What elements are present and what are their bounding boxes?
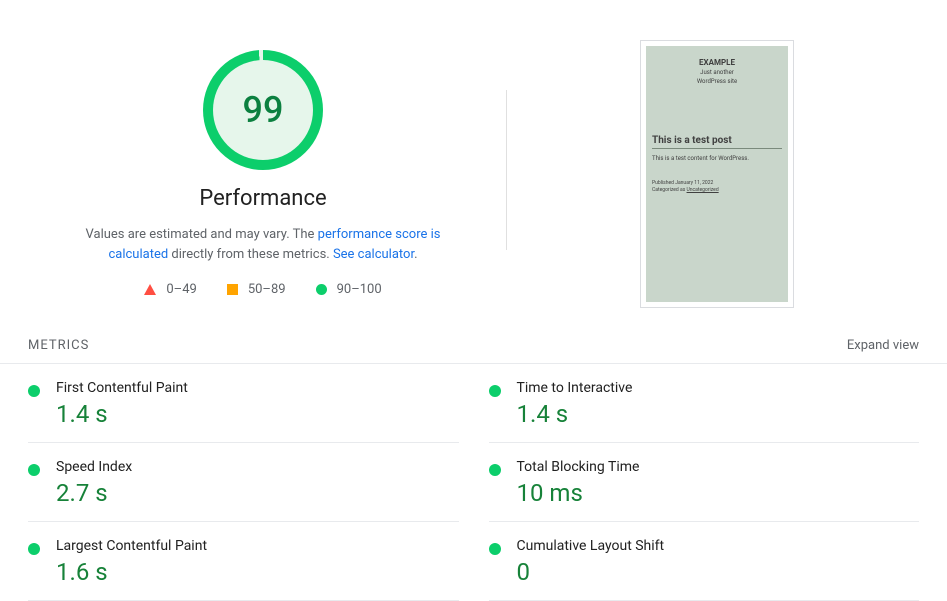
status-dot-icon: [28, 464, 40, 476]
status-dot-icon: [28, 385, 40, 397]
legend-low-label: 0–49: [166, 282, 196, 297]
square-icon: [227, 284, 238, 295]
circle-icon: [316, 284, 327, 295]
disclaimer-text-middle: directly from these metrics.: [168, 247, 333, 262]
metric-value: 2.7 s: [56, 479, 132, 507]
legend-mid: 50–89: [227, 282, 286, 297]
thumb-cat-prefix: Categorized as: [652, 187, 687, 193]
status-dot-icon: [489, 543, 501, 555]
metric-value: 1.4 s: [517, 400, 633, 428]
metrics-heading: METRICS: [28, 338, 89, 353]
status-dot-icon: [28, 543, 40, 555]
metric-value: 0: [517, 558, 665, 586]
metric-tbt[interactable]: Total Blocking Time 10 ms: [489, 443, 920, 522]
score-legend: 0–49 50–89 90–100: [144, 282, 381, 297]
metric-name: Cumulative Layout Shift: [517, 538, 665, 554]
score-disclaimer: Values are estimated and may vary. The p…: [63, 225, 463, 264]
metric-name: First Contentful Paint: [56, 380, 188, 396]
score-gauge: 99: [203, 50, 323, 170]
link-see-calculator[interactable]: See calculator: [333, 247, 414, 262]
triangle-icon: [144, 284, 156, 295]
thumb-tagline-2: WordPress site: [652, 78, 782, 85]
legend-low: 0–49: [144, 282, 196, 297]
metric-value: 1.6 s: [56, 558, 207, 586]
metric-cls[interactable]: Cumulative Layout Shift 0: [489, 522, 920, 601]
expand-view-button[interactable]: Expand view: [847, 338, 919, 353]
status-dot-icon: [489, 385, 501, 397]
thumb-site-title: EXAMPLE: [652, 58, 782, 67]
status-dot-icon: [489, 464, 501, 476]
disclaimer-text-prefix: Values are estimated and may vary. The: [86, 227, 318, 242]
thumb-post-meta: Published January 11, 2022 Categorized a…: [652, 180, 782, 194]
thumb-post-title: This is a test post: [652, 135, 782, 149]
metrics-grid: First Contentful Paint 1.4 s Time to Int…: [0, 364, 947, 601]
metric-name: Speed Index: [56, 459, 132, 475]
legend-high: 90–100: [316, 282, 382, 297]
thumb-tagline-1: Just another: [652, 69, 782, 76]
legend-high-label: 90–100: [337, 282, 382, 297]
thumb-post-content: This is a test content for WordPress.: [652, 155, 782, 162]
score-label: Performance: [199, 186, 326, 211]
metric-value: 1.4 s: [56, 400, 188, 428]
legend-mid-label: 50–89: [248, 282, 286, 297]
metric-lcp[interactable]: Largest Contentful Paint 1.6 s: [28, 522, 459, 601]
score-value: 99: [243, 89, 284, 131]
metric-name: Time to Interactive: [517, 380, 633, 396]
performance-score-section: 99 Performance Values are estimated and …: [20, 10, 506, 308]
metric-fcp[interactable]: First Contentful Paint 1.4 s: [28, 364, 459, 443]
metric-name: Largest Contentful Paint: [56, 538, 207, 554]
metric-name: Total Blocking Time: [517, 459, 640, 475]
page-screenshot-thumbnail: EXAMPLE Just another WordPress site This…: [640, 40, 794, 308]
thumb-category: Uncategorized: [687, 187, 719, 193]
thumb-published: Published January 11, 2022: [652, 180, 782, 187]
metric-si[interactable]: Speed Index 2.7 s: [28, 443, 459, 522]
metric-tti[interactable]: Time to Interactive 1.4 s: [489, 364, 920, 443]
metric-value: 10 ms: [517, 479, 640, 507]
